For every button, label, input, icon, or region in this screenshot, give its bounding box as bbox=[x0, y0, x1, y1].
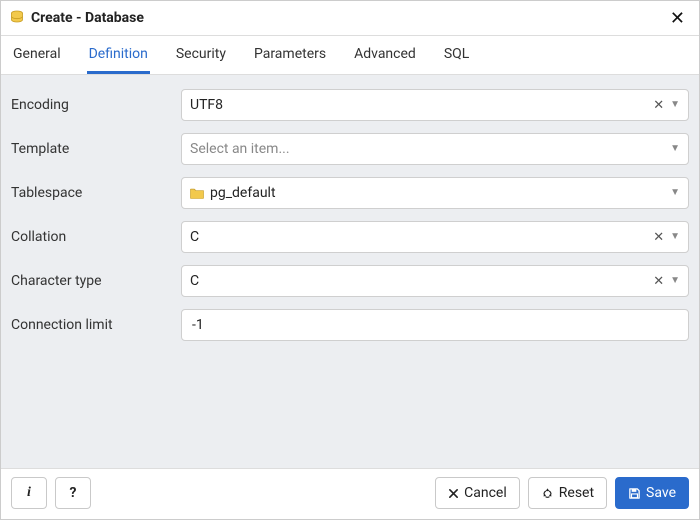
label-connection-limit: Connection limit bbox=[11, 317, 181, 333]
tab-definition[interactable]: Definition bbox=[87, 36, 150, 74]
label-character-type: Character type bbox=[11, 273, 181, 289]
label-collation: Collation bbox=[11, 229, 181, 245]
template-placeholder: Select an item... bbox=[190, 141, 668, 157]
close-icon: ✕ bbox=[670, 8, 685, 28]
clear-icon: ✕ bbox=[653, 273, 664, 288]
dialog-footer: i ? Cancel bbox=[1, 468, 699, 519]
save-icon bbox=[628, 487, 641, 500]
dialog-title: Create - Database bbox=[31, 10, 666, 26]
close-icon bbox=[448, 488, 459, 499]
dialog-header: Create - Database ✕ bbox=[1, 1, 699, 36]
clear-icon: ✕ bbox=[653, 229, 664, 244]
connection-limit-input[interactable] bbox=[181, 309, 689, 341]
tab-sql[interactable]: SQL bbox=[442, 36, 471, 74]
row-character-type: Character type C ✕ ▼ bbox=[11, 265, 689, 297]
template-select[interactable]: Select an item... ▼ bbox=[181, 133, 689, 165]
collation-clear-button[interactable]: ✕ bbox=[649, 228, 668, 245]
tab-general[interactable]: General bbox=[11, 36, 63, 74]
label-encoding: Encoding bbox=[11, 97, 181, 113]
save-button[interactable]: Save bbox=[615, 477, 689, 509]
save-label: Save bbox=[646, 485, 676, 501]
info-button[interactable]: i bbox=[11, 477, 47, 509]
close-button[interactable]: ✕ bbox=[666, 7, 689, 29]
row-connection-limit: Connection limit bbox=[11, 309, 689, 341]
database-icon bbox=[9, 10, 25, 26]
encoding-select[interactable]: UTF8 ✕ ▼ bbox=[181, 89, 689, 121]
collation-value: C bbox=[190, 229, 645, 245]
tab-security[interactable]: Security bbox=[174, 36, 228, 74]
label-template: Template bbox=[11, 141, 181, 157]
chevron-down-icon: ▼ bbox=[670, 144, 680, 154]
row-template: Template Select an item... ▼ bbox=[11, 133, 689, 165]
character-type-value: C bbox=[190, 273, 645, 289]
row-collation: Collation C ✕ ▼ bbox=[11, 221, 689, 253]
reset-button[interactable]: Reset bbox=[528, 477, 607, 509]
tablespace-value: pg_default bbox=[210, 185, 668, 201]
encoding-value: UTF8 bbox=[190, 97, 645, 113]
reset-label: Reset bbox=[559, 485, 594, 501]
info-icon: i bbox=[27, 485, 31, 501]
chevron-down-icon: ▼ bbox=[670, 276, 680, 286]
chevron-down-icon: ▼ bbox=[670, 100, 680, 110]
label-tablespace: Tablespace bbox=[11, 185, 181, 201]
dialog-tabs: General Definition Security Parameters A… bbox=[1, 36, 699, 75]
recycle-icon bbox=[541, 487, 554, 500]
character-type-clear-button[interactable]: ✕ bbox=[649, 272, 668, 289]
row-tablespace: Tablespace pg_default ▼ bbox=[11, 177, 689, 209]
tablespace-select[interactable]: pg_default ▼ bbox=[181, 177, 689, 209]
chevron-down-icon: ▼ bbox=[670, 188, 680, 198]
cancel-button[interactable]: Cancel bbox=[435, 477, 520, 509]
tab-advanced[interactable]: Advanced bbox=[352, 36, 418, 74]
encoding-clear-button[interactable]: ✕ bbox=[649, 96, 668, 113]
dialog-body: Encoding UTF8 ✕ ▼ Template Select an ite… bbox=[1, 75, 699, 468]
collation-select[interactable]: C ✕ ▼ bbox=[181, 221, 689, 253]
tab-parameters[interactable]: Parameters bbox=[252, 36, 328, 74]
folder-icon bbox=[190, 187, 204, 199]
cancel-label: Cancel bbox=[464, 485, 507, 501]
row-encoding: Encoding UTF8 ✕ ▼ bbox=[11, 89, 689, 121]
help-button[interactable]: ? bbox=[55, 477, 91, 509]
help-icon: ? bbox=[70, 485, 77, 501]
clear-icon: ✕ bbox=[653, 97, 664, 112]
chevron-down-icon: ▼ bbox=[670, 232, 680, 242]
character-type-select[interactable]: C ✕ ▼ bbox=[181, 265, 689, 297]
create-database-dialog: Create - Database ✕ General Definition S… bbox=[0, 0, 700, 520]
